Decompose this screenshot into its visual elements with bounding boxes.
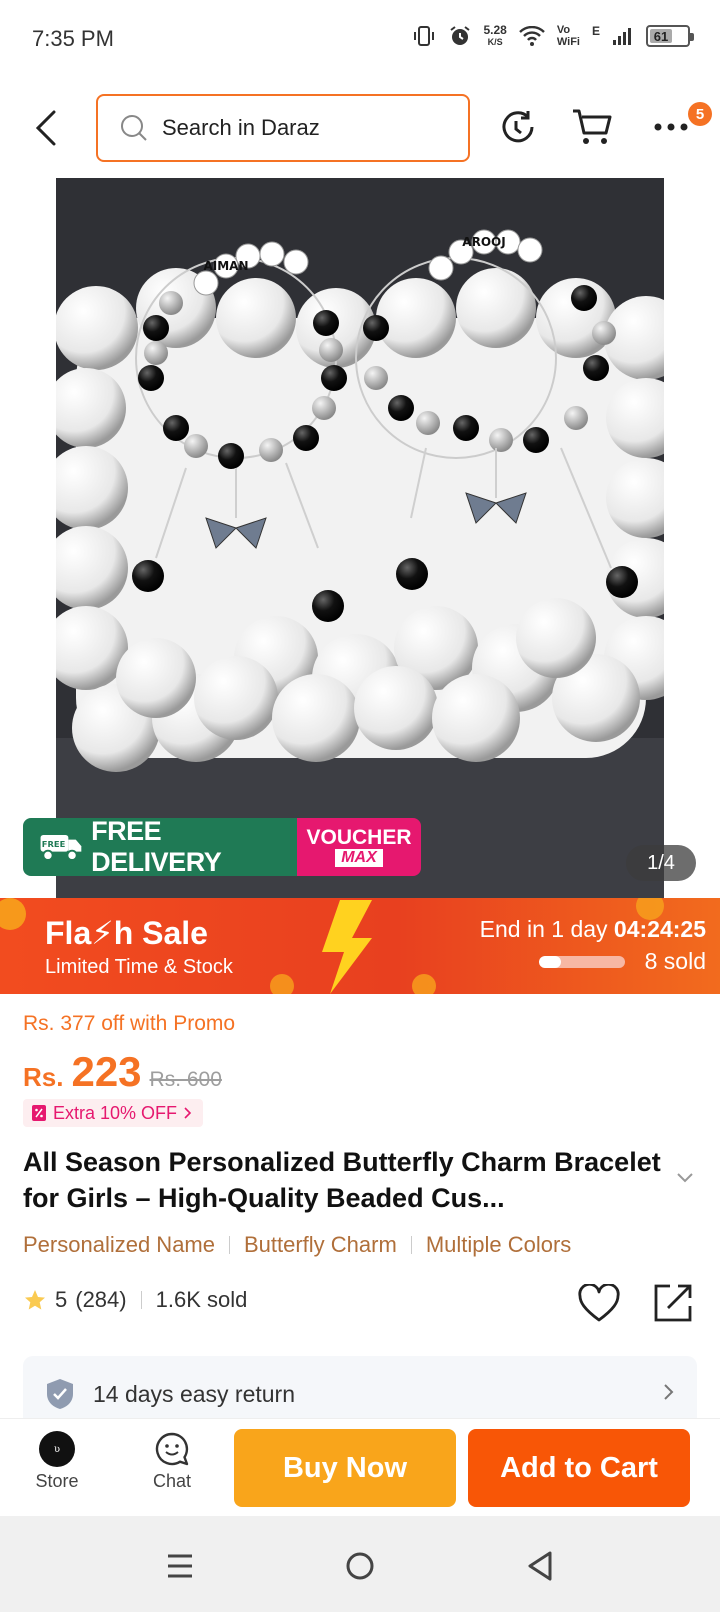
flash-sale-subtitle: Limited Time & Stock [45, 956, 233, 978]
flash-sale-countdown: End in 1 day 04:24:25 [479, 916, 706, 942]
tag-butterfly-charm: Butterfly Charm [243, 1232, 397, 1257]
rating-divider [140, 1291, 142, 1309]
bracelet-name-1: AIMAN [203, 259, 248, 273]
rating-value: 5 [55, 1287, 68, 1312]
voucher-max-label: MAX [335, 849, 383, 867]
flash-sale-title: Fla⚡h Sale [45, 915, 208, 951]
bracelet-name-2: AROOJ [462, 235, 505, 249]
promo-text: Rs. 377 off with Promo [23, 1012, 236, 1035]
price-row: Rs. 223 Rs. 600 [23, 1048, 222, 1096]
tag-multiple-colors: Multiple Colors [425, 1232, 572, 1257]
bracelet-photo: AIMAN AROOJ [56, 178, 664, 898]
store-logo-icon: ʋ [39, 1431, 75, 1467]
back-nav-button[interactable] [520, 1546, 560, 1586]
return-policy-label: 14 days easy return [93, 1380, 296, 1407]
flash-sale-sold: 8 sold [644, 948, 706, 974]
tag-divider [410, 1236, 412, 1254]
free-delivery-section: FREE FREE DELIVERY [23, 818, 297, 876]
store-button[interactable]: ʋ Store [17, 1431, 97, 1492]
status-time: 7:35 PM [32, 26, 114, 51]
vibrate-icon [413, 26, 434, 46]
recent-apps-button[interactable] [160, 1546, 200, 1586]
chat-label: Chat [152, 1471, 192, 1491]
circle-home-icon [346, 1552, 374, 1580]
sold-count: 1.6K sold [155, 1287, 248, 1312]
price-currency: Rs. [23, 1062, 64, 1092]
rating-row[interactable]: 5 (284) 1.6K sold [23, 1287, 247, 1313]
voucher-label: VOUCHER [306, 826, 412, 849]
extra-off-label: Extra 10% OFF [53, 1102, 178, 1123]
chevron-down-icon[interactable] [676, 1172, 694, 1184]
product-title: All Season Personalized Butterfly Charm … [23, 1147, 661, 1213]
current-price: 223 [71, 1048, 142, 1095]
chat-button[interactable]: Chat [132, 1431, 212, 1492]
notification-badge: 5 [688, 102, 712, 126]
history-button[interactable] [495, 104, 541, 150]
tag-divider [228, 1236, 230, 1254]
search-placeholder: Search in Daraz [162, 115, 320, 140]
triangle-back-icon [528, 1551, 552, 1581]
free-delivery-label: FREE DELIVERY [91, 818, 222, 876]
cart-button[interactable] [570, 104, 616, 150]
free-icon-text: FREE [42, 839, 66, 849]
alarm-icon [449, 26, 470, 45]
add-to-cart-button[interactable]: Add to Cart [468, 1429, 690, 1507]
voucher-icon [32, 1105, 46, 1121]
voucher-max-section: VOUCHER MAX [297, 818, 421, 876]
product-image[interactable]: AIMAN AROOJ [56, 178, 664, 898]
system-nav-bar [0, 1516, 720, 1612]
menu-icon [168, 1554, 192, 1578]
chat-icon [155, 1432, 189, 1466]
share-icon[interactable] [652, 1282, 694, 1324]
flash-sale-progress [539, 956, 625, 968]
original-price: Rs. 600 [149, 1068, 222, 1091]
image-pager: 1/4 [626, 845, 696, 881]
chevron-right-icon [664, 1384, 674, 1400]
cart-icon [573, 109, 612, 144]
extra-off-tag[interactable]: Extra 10% OFF [23, 1099, 204, 1127]
status-icons: 5.28 K/S Vo WiFi E 61 [412, 23, 694, 48]
star-icon [25, 1290, 45, 1310]
chevron-right-icon [184, 1107, 192, 1119]
more-icon [654, 123, 688, 131]
home-button[interactable] [340, 1546, 380, 1586]
more-button[interactable] [648, 104, 694, 150]
top-bar: Search in Daraz 5 [0, 90, 720, 168]
network-type: E [591, 24, 600, 38]
battery-icon: 61 [646, 25, 694, 47]
buy-now-button[interactable]: Buy Now [234, 1429, 456, 1507]
delivery-truck-icon: FREE [40, 834, 82, 861]
bottom-action-bar: ʋ Store Chat Buy Now Add to Cart [0, 1418, 720, 1516]
history-icon [502, 111, 534, 143]
free-delivery-banner: FREE FREE DELIVERY VOUCHER MAX [23, 818, 421, 876]
net-speed: 5.28 K/S [483, 23, 507, 47]
battery-level: 61 [650, 29, 672, 44]
signal-icon [613, 28, 631, 45]
review-count: (284) [75, 1287, 127, 1312]
flash-sale-progress-fill [539, 956, 561, 968]
tag-personalized-name: Personalized Name [23, 1232, 215, 1257]
wifi-icon [519, 26, 545, 46]
status-bar: 7:35 PM 5.28 K/S Vo WiFi E 61 [0, 0, 720, 80]
search-icon [121, 115, 147, 141]
flash-sale-bar[interactable]: Fla⚡h Sale Limited Time & Stock End in 1… [0, 898, 720, 994]
search-input[interactable]: Search in Daraz [96, 94, 470, 162]
product-tags: Personalized Name Butterfly Charm Multip… [23, 1232, 571, 1258]
shield-check-icon [47, 1379, 73, 1409]
heart-icon[interactable] [578, 1284, 620, 1324]
store-label: Store [35, 1471, 79, 1491]
back-icon[interactable] [30, 108, 66, 148]
vowifi-label: Vo WiFi [556, 24, 580, 48]
